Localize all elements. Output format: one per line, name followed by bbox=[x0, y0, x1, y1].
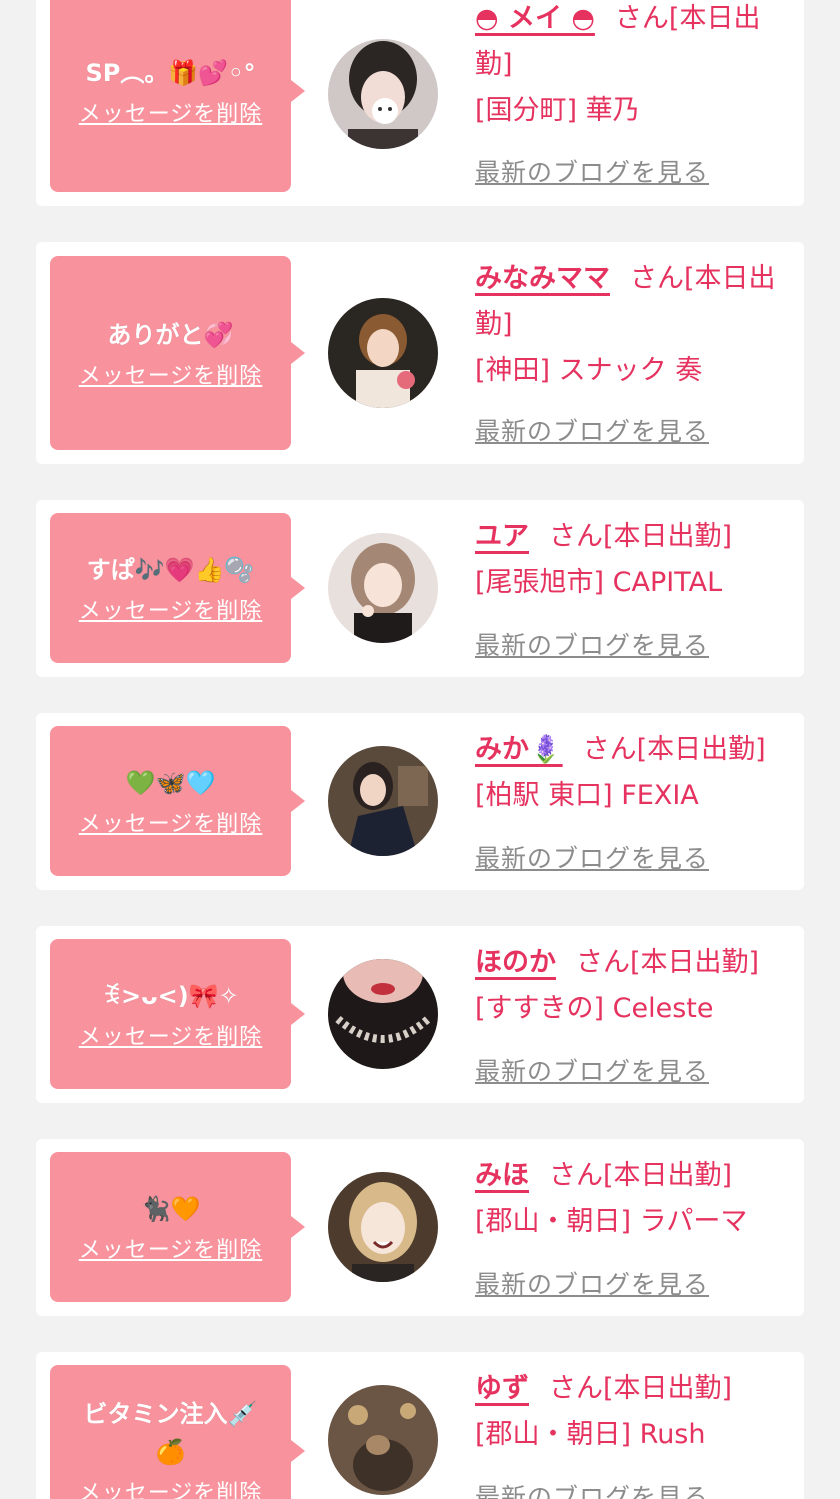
cast-status: さん[本日出勤] bbox=[582, 734, 766, 765]
cast-info: みか🪻 さん[本日出勤] [柏駅 東口] FEXIA bbox=[475, 727, 794, 819]
delete-message-button[interactable]: メッセージを削除 bbox=[79, 1232, 263, 1264]
message-bubble: SP︵。🎁💕◦° メッセージを削除 bbox=[50, 0, 305, 192]
delete-message-button[interactable]: メッセージを削除 bbox=[79, 358, 263, 390]
message-card: ビタミン注入💉 🍊 メッセージを削除 ゆず さん[本日出勤] [郡山・朝日] Ru… bbox=[36, 1352, 804, 1499]
avatar[interactable] bbox=[328, 959, 438, 1069]
cast-info: ユア さん[本日出勤] [尾張旭市] CAPITAL bbox=[475, 514, 794, 606]
avatar[interactable] bbox=[328, 746, 438, 856]
cast-name-link[interactable]: みほ bbox=[475, 1160, 529, 1191]
cast-info: ◓ メイ ◓ さん[本日出勤] [国分町] 華乃 bbox=[475, 0, 794, 134]
delete-message-button[interactable]: メッセージを削除 bbox=[79, 806, 263, 838]
message-card: ありがと💞 メッセージを削除 みなみママ さん[本日出勤] [神田] スナック 奏… bbox=[36, 242, 804, 464]
shop-name: [郡山・朝日] Rush bbox=[475, 1419, 706, 1450]
message-card: 🐈‍⬛🧡 メッセージを削除 みほ さん[本日出勤] [郡山・朝日] ラパーマ 最新… bbox=[36, 1139, 804, 1316]
delete-message-button[interactable]: メッセージを削除 bbox=[79, 1019, 263, 1051]
message-bubble: ꉂ>ᴗ<)🎀✧ メッセージを削除 bbox=[50, 939, 305, 1089]
avatar[interactable] bbox=[328, 1172, 438, 1282]
shop-name: [郡山・朝日] ラパーマ bbox=[475, 1206, 748, 1237]
message-text: ありがと💞 bbox=[107, 321, 234, 349]
shop-name: [柏駅 東口] FEXIA bbox=[475, 780, 699, 811]
message-text: すぱ🎶💗👍🫧 bbox=[86, 556, 255, 584]
cast-info: みなみママ さん[本日出勤] [神田] スナック 奏 bbox=[475, 256, 794, 394]
delete-message-button[interactable]: メッセージを削除 bbox=[79, 1475, 263, 1499]
message-bubble: 🐈‍⬛🧡 メッセージを削除 bbox=[50, 1152, 305, 1302]
message-bubble: すぱ🎶💗👍🫧 メッセージを削除 bbox=[50, 513, 305, 663]
message-text-line2: 🍊 bbox=[155, 1438, 186, 1466]
message-text: ビタミン注入💉 bbox=[83, 1400, 258, 1428]
delete-message-button[interactable]: メッセージを削除 bbox=[79, 593, 263, 625]
latest-blog-link[interactable]: 最新のブログを見る bbox=[475, 1265, 709, 1301]
cast-name-link[interactable]: ほのか bbox=[475, 947, 556, 978]
cast-name-link[interactable]: みなみママ bbox=[475, 263, 610, 294]
shop-name: [神田] スナック 奏 bbox=[475, 355, 703, 386]
shop-name: [国分町] 華乃 bbox=[475, 95, 640, 126]
latest-blog-link[interactable]: 最新のブログを見る bbox=[475, 153, 709, 189]
cast-status: さん[本日出勤] bbox=[576, 947, 760, 978]
latest-blog-link[interactable]: 最新のブログを見る bbox=[475, 1052, 709, 1088]
cast-status: さん[本日出勤] bbox=[549, 1160, 733, 1191]
message-list: SP︵。🎁💕◦° メッセージを削除 ◓ メイ ◓ さん[本日出勤] [国分町] 華… bbox=[0, 0, 840, 1499]
cast-name-link[interactable]: ◓ メイ ◓ bbox=[475, 3, 595, 34]
message-card: ꉂ>ᴗ<)🎀✧ メッセージを削除 ほのか さん[本日出勤] [すすきの] Cele… bbox=[36, 926, 804, 1103]
shop-name: [すすきの] Celeste bbox=[475, 993, 714, 1024]
cast-info: ほのか さん[本日出勤] [すすきの] Celeste bbox=[475, 940, 794, 1032]
message-text: ꉂ>ᴗ<)🎀✧ bbox=[102, 982, 239, 1010]
avatar[interactable] bbox=[328, 533, 438, 643]
message-bubble: ビタミン注入💉 🍊 メッセージを削除 bbox=[50, 1365, 305, 1499]
message-text: 🐈‍⬛🧡 bbox=[140, 1195, 201, 1223]
message-text: 💚🦋🩵 bbox=[125, 769, 216, 797]
avatar[interactable] bbox=[328, 1385, 438, 1495]
message-bubble: 💚🦋🩵 メッセージを削除 bbox=[50, 726, 305, 876]
delete-message-button[interactable]: メッセージを削除 bbox=[79, 96, 263, 128]
message-card: 💚🦋🩵 メッセージを削除 みか🪻 さん[本日出勤] [柏駅 東口] FEXIA 最… bbox=[36, 713, 804, 890]
message-card: すぱ🎶💗👍🫧 メッセージを削除 ユア さん[本日出勤] [尾張旭市] CAPITA… bbox=[36, 500, 804, 677]
latest-blog-link[interactable]: 最新のブログを見る bbox=[475, 626, 709, 662]
message-bubble: ありがと💞 メッセージを削除 bbox=[50, 256, 305, 450]
cast-status: さん[本日出勤] bbox=[549, 1373, 733, 1404]
cast-info: ゆず さん[本日出勤] [郡山・朝日] Rush bbox=[475, 1366, 794, 1458]
shop-name: [尾張旭市] CAPITAL bbox=[475, 567, 723, 598]
avatar[interactable] bbox=[328, 298, 438, 408]
cast-name-link[interactable]: みか🪻 bbox=[475, 734, 563, 765]
cast-info: みほ さん[本日出勤] [郡山・朝日] ラパーマ bbox=[475, 1153, 794, 1245]
cast-status: さん[本日出勤] bbox=[549, 521, 733, 552]
avatar[interactable] bbox=[328, 39, 438, 149]
message-text: SP︵。🎁💕◦° bbox=[85, 59, 256, 87]
latest-blog-link[interactable]: 最新のブログを見る bbox=[475, 412, 709, 448]
cast-name-link[interactable]: ユア bbox=[475, 521, 529, 552]
latest-blog-link[interactable]: 最新のブログを見る bbox=[475, 1478, 709, 1499]
latest-blog-link[interactable]: 最新のブログを見る bbox=[475, 839, 709, 875]
message-card: SP︵。🎁💕◦° メッセージを削除 ◓ メイ ◓ さん[本日出勤] [国分町] 華… bbox=[36, 0, 804, 206]
cast-name-link[interactable]: ゆず bbox=[475, 1373, 529, 1404]
